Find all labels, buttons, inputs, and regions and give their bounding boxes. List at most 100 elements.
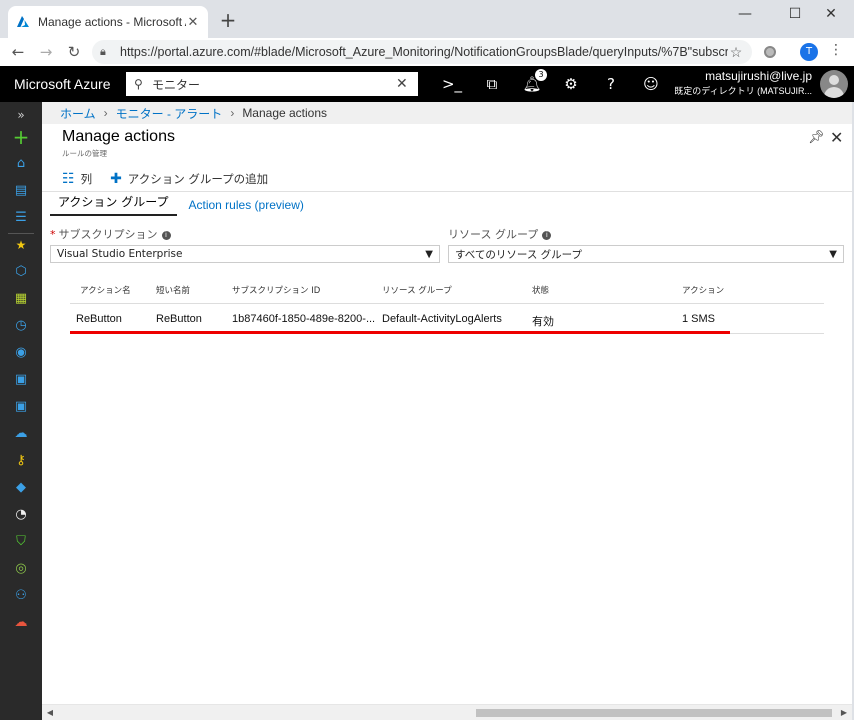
expand-nav-icon[interactable]: » [0,104,42,126]
col-header-status[interactable]: 状態 [532,284,549,296]
breadcrumb-current: Manage actions [242,106,328,120]
browser-toolbar: ← → ↻ 🔒︎ https://portal.azure.com/#blade… [0,38,854,66]
global-search-input[interactable]: ⚲ モニター ✕ [126,72,418,96]
breadcrumb-monitor-alerts[interactable]: モニター - アラート [116,105,223,122]
dashboard-icon[interactable]: ▤ [0,179,42,201]
back-icon[interactable]: ← [4,38,32,66]
col-header-subscription-id[interactable]: サブスクリプション ID [232,284,320,296]
subscription-filter-label: * サブスクリプション i [50,226,171,242]
browser-tab[interactable]: Manage actions - Microsoft Azure ✕ [8,6,208,38]
help-icon[interactable]: ? [599,72,623,96]
avatar[interactable] [820,70,848,98]
col-header-resource-group[interactable]: リソース グループ [382,284,452,296]
profile-avatar[interactable]: T [800,43,818,61]
account-directory: 既定のディレクトリ (MATSUJIR... [674,86,812,96]
all-resources-icon[interactable]: ▦ [0,287,42,309]
tab-action-rules[interactable]: Action rules (preview) [181,198,312,216]
cell-actions: 1 SMS [682,313,716,325]
col-header-actions[interactable]: アクション [682,284,724,296]
plus-icon: ✚ [110,170,122,187]
chevron-right-icon: › [230,106,235,120]
create-resource-icon[interactable]: + [0,125,42,149]
cloud-shell-icon[interactable]: >_ [440,72,464,96]
user-lock-icon[interactable]: ⚇ [0,584,42,606]
close-icon[interactable]: ✕ [830,128,846,147]
cell-subscription-id: 1b87460f-1850-489e-8200-... [232,313,376,325]
app-services-icon[interactable]: ◉ [0,341,42,363]
new-tab-icon[interactable]: + [218,10,238,30]
security-shield-icon[interactable]: ⛉ [0,530,42,552]
action-groups-table: アクション名 短い名前 サブスクリプション ID リソース グループ 状態 アク… [70,278,824,334]
col-header-short-name[interactable]: 短い名前 [156,284,190,296]
info-icon[interactable]: i [542,230,552,240]
monitor-gauge-icon[interactable]: ◔ [0,503,42,525]
chevron-down-icon: ▼ [425,248,433,260]
resource-groups-icon[interactable]: ⬡ [0,260,42,282]
required-asterisk: * [50,228,56,241]
page-title: Manage actions [62,128,175,145]
account-info[interactable]: matsujirushi@live.jp 既定のディレクトリ (MATSUJIR… [674,69,812,99]
cost-cloud-icon[interactable]: ☁ [0,611,42,633]
cell-resource-group: Default-ActivityLogAlerts [382,313,502,325]
columns-button[interactable]: ☷ 列 [62,171,92,187]
diamond-icon[interactable]: ◆ [0,476,42,498]
advisor-icon[interactable]: ◎ [0,557,42,579]
clear-search-icon[interactable]: ✕ [396,76,410,92]
favorites-star-icon: ★ [15,238,27,252]
main-content: ホーム › モニター - アラート › Manage actions Manag… [42,102,852,720]
cell-name: ReButton [76,313,122,325]
directory-filter-icon[interactable]: ⧉ [480,72,504,96]
virtual-machines-icon[interactable]: ▣ [0,368,42,390]
cloud-services-icon[interactable]: ☁ [0,422,42,444]
tab-action-groups[interactable]: アクション グループ [50,193,177,216]
address-bar[interactable]: 🔒︎ https://portal.azure.com/#blade/Micro… [92,40,752,64]
columns-label: 列 [80,171,93,186]
extension-icon[interactable] [764,46,776,58]
tab-strip: アクション グループ Action rules (preview) [50,194,316,216]
key-icon[interactable]: ⚷ [0,449,42,471]
resource-group-select[interactable]: すべてのリソース グループ ▼ [448,245,844,263]
add-action-group-label: アクション グループの追加 [127,171,269,186]
search-value: モニター [152,77,201,92]
feedback-smiley-icon[interactable]: ☺ [639,72,663,96]
chevron-down-icon: ▼ [829,248,837,260]
subscription-value: Visual Studio Enterprise [57,248,183,260]
resource-group-filter-label: リソース グループ i [448,226,552,242]
table-header: アクション名 短い名前 サブスクリプション ID リソース グループ 状態 アク… [70,278,824,304]
left-nav: » + ⌂ ▤ ☰ ★ ⬡ ▦ ◷ ◉ ▣ ▣ ☁ ⚷ ◆ ◔ ⛉ ◎ ⚇ ☁ [0,102,42,720]
bookmark-star-icon[interactable]: ☆ [728,44,744,61]
tab-close-icon[interactable]: ✕ [186,14,200,30]
lock-icon: 🔒︎ [100,45,106,58]
window-close-icon[interactable]: ✕ [808,0,854,28]
minimize-icon[interactable]: — [722,0,768,28]
browser-menu-icon[interactable]: ⋮ [828,42,844,62]
annotation-red-underline [70,331,730,334]
table-row[interactable]: ReButton ReButton 1b87460f-1850-489e-820… [70,304,824,334]
account-name: matsujirushi@live.jp [705,69,812,83]
vm-classic-icon[interactable]: ▣ [0,395,42,417]
info-icon[interactable]: i [161,230,171,240]
all-services-icon[interactable]: ☰ [0,206,42,228]
notifications-icon[interactable]: 🔔︎ 3 [520,69,547,96]
settings-gear-icon[interactable]: ⚙ [559,72,583,96]
url-text: https://portal.azure.com/#blade/Microsof… [120,45,728,59]
forward-icon[interactable]: → [32,38,60,66]
command-bar: ☷ 列 ✚ アクション グループの追加 [42,166,852,192]
resource-group-value: すべてのリソース グループ [455,248,583,261]
pin-icon[interactable]: 📌︎ [808,130,825,146]
scroll-left-icon[interactable]: ◀ [44,707,56,719]
scroll-right-icon[interactable]: ▶ [838,707,850,719]
scrollbar-thumb[interactable] [476,709,832,717]
recent-clock-icon[interactable]: ◷ [0,314,42,336]
breadcrumb-home[interactable]: ホーム [60,105,96,122]
col-header-name[interactable]: アクション名 [80,284,131,296]
chevron-right-icon: › [103,106,108,120]
brand-name[interactable]: Microsoft Azure [14,76,110,92]
browser-tabstrip: Manage actions - Microsoft Azure ✕ + — ☐… [0,0,854,38]
horizontal-scrollbar[interactable]: ◀ ▶ [42,704,852,720]
reload-icon[interactable]: ↻ [60,38,88,66]
add-action-group-button[interactable]: ✚ アクション グループの追加 [110,171,268,187]
home-icon[interactable]: ⌂ [0,152,42,174]
subscription-select[interactable]: Visual Studio Enterprise ▼ [50,245,440,263]
azure-logo-icon [17,16,29,27]
